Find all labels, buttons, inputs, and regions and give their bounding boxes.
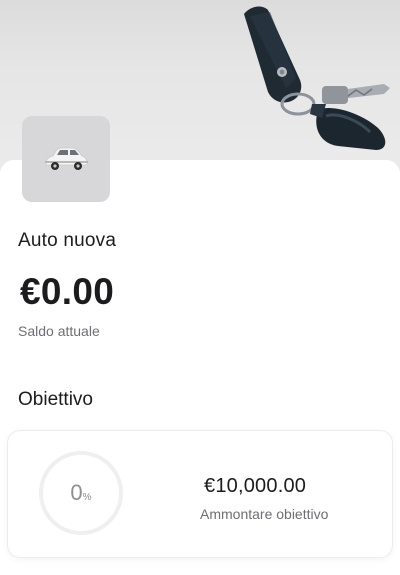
car-icon [45,147,88,170]
progress-unit: % [82,491,92,503]
target-amount-label: Ammontare obiettivo [200,506,329,522]
target-amount: €10,000.00 [204,475,307,497]
progress-number: 0 [70,480,83,505]
progress-percentage: 0 % [38,450,124,536]
objective-card[interactable]: 0 % €10,000.00 Ammontare obiettivo [8,431,392,557]
balance-label: Saldo attuale [18,323,100,339]
goal-thumbnail[interactable] [22,116,110,202]
current-balance: €0.00 [20,271,115,312]
goal-name: Auto nuova [18,230,117,251]
objective-section-title: Obiettivo [18,389,93,410]
